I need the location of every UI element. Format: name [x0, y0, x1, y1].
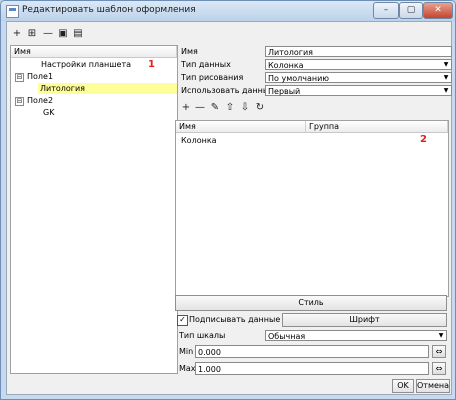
- pick-min-icon[interactable]: ⇔: [432, 345, 446, 358]
- columns-grid[interactable]: Имя Группа Колонка 2: [175, 120, 449, 297]
- add-icon[interactable]: +: [11, 28, 23, 40]
- grid-header-group[interactable]: Группа: [306, 121, 448, 133]
- app-icon: [6, 5, 19, 18]
- remove-icon[interactable]: —: [42, 28, 54, 40]
- grid-header-name[interactable]: Имя: [176, 121, 306, 133]
- tree-column-header[interactable]: Имя: [11, 46, 177, 58]
- refresh-icon[interactable]: ↻: [254, 102, 266, 114]
- title-bar: Редактировать шаблон оформления – ▢ ✕: [1, 1, 455, 21]
- usedata-label: Использовать данные: [181, 86, 275, 95]
- marker-1: 1: [148, 59, 155, 70]
- template-tree[interactable]: Имя Настройки планшета 1 ⊟ Поле1 Литолог…: [10, 45, 178, 374]
- save-icon[interactable]: ▣: [57, 28, 69, 40]
- tree-item-tablet-settings[interactable]: Настройки планшета: [41, 59, 131, 70]
- remove-column-icon[interactable]: —: [194, 102, 206, 114]
- open-icon[interactable]: ▤: [72, 28, 84, 40]
- sign-data-label: Подписывать данные: [189, 315, 281, 324]
- arrow-up-icon[interactable]: ⇧: [224, 102, 236, 114]
- add-column-icon[interactable]: +: [180, 102, 192, 114]
- collapse-icon[interactable]: ⊟: [15, 97, 24, 106]
- window-title: Редактировать шаблон оформления: [22, 5, 196, 15]
- font-button[interactable]: Шрифт: [282, 313, 447, 327]
- chevron-down-icon: ▼: [443, 74, 449, 81]
- chevron-down-icon: ▼: [443, 61, 449, 68]
- drawtype-label: Тип рисования: [181, 73, 244, 82]
- sign-data-checkbox[interactable]: ✓: [177, 315, 188, 326]
- datatype-select[interactable]: Колонка ▼: [265, 59, 452, 70]
- min-field[interactable]: 0.000: [195, 345, 429, 358]
- cancel-button[interactable]: Отмена: [416, 379, 450, 393]
- scale-select[interactable]: Обычная ▼: [265, 330, 447, 341]
- tree-item-lithology[interactable]: Литология: [38, 83, 177, 94]
- min-label: Min: [179, 347, 194, 356]
- scale-value: Обычная: [268, 332, 306, 341]
- datatype-value: Колонка: [268, 61, 304, 70]
- ok-button[interactable]: OK: [392, 379, 414, 393]
- usedata-select[interactable]: Первый ▼: [265, 85, 452, 96]
- style-button[interactable]: Стиль: [175, 295, 447, 311]
- grid-cell-name[interactable]: Колонка: [181, 135, 217, 146]
- maximize-button[interactable]: ▢: [399, 2, 423, 19]
- max-label: Max: [179, 364, 196, 373]
- minimize-button[interactable]: –: [373, 2, 399, 19]
- scale-label: Тип шкалы: [179, 331, 226, 340]
- marker-2: 2: [420, 134, 427, 145]
- datatype-label: Тип данных: [181, 60, 231, 69]
- tree-item-gk[interactable]: GK: [43, 107, 54, 118]
- drawtype-value: По умолчанию: [268, 74, 330, 83]
- edit-icon[interactable]: ✎: [209, 102, 221, 114]
- collapse-icon[interactable]: ⊟: [15, 73, 24, 82]
- drawtype-select[interactable]: По умолчанию ▼: [265, 72, 452, 83]
- close-button[interactable]: ✕: [423, 2, 453, 19]
- add-child-icon[interactable]: ⊞: [26, 28, 38, 40]
- tree-item-pole2[interactable]: Поле2: [27, 95, 53, 106]
- chevron-down-icon: ▼: [443, 87, 449, 94]
- dialog-client: + ⊞ — ▣ ▤ Имя Настройки планшета 1 ⊟ Пол…: [6, 21, 452, 395]
- name-label: Имя: [181, 47, 198, 56]
- pick-max-icon[interactable]: ⇔: [432, 362, 446, 375]
- chevron-down-icon: ▼: [438, 332, 444, 339]
- usedata-value: Первый: [268, 87, 301, 96]
- tree-item-pole1[interactable]: Поле1: [27, 71, 53, 82]
- arrow-down-icon[interactable]: ⇩: [239, 102, 251, 114]
- name-field[interactable]: Литология: [265, 46, 452, 57]
- max-field[interactable]: 1.000: [195, 362, 429, 375]
- dialog-window: Редактировать шаблон оформления – ▢ ✕ + …: [0, 0, 456, 400]
